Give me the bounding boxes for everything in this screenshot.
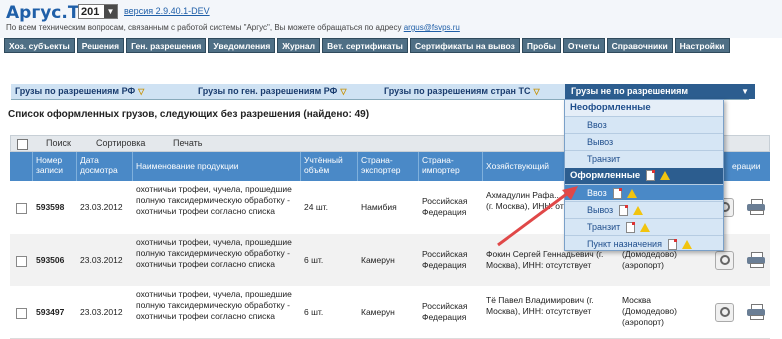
column-divider <box>418 152 419 181</box>
document-icon <box>626 222 636 234</box>
chevron-down-icon: ▼ <box>741 87 749 96</box>
row-number[interactable]: 593506 <box>36 255 64 266</box>
tab-no-permits[interactable]: Грузы не по разрешениям ▼ <box>565 84 755 99</box>
tab-rf-permits[interactable]: Грузы по разрешениям РФ ▽ <box>15 84 144 99</box>
column-divider <box>300 152 301 181</box>
nav-general-permits[interactable]: Ген. разрешения <box>126 38 207 53</box>
sort-button[interactable]: Сортировка <box>96 138 145 148</box>
menu-item-export-unprocessed[interactable]: Вывоз <box>565 133 723 149</box>
nav-samples[interactable]: Пробы <box>521 38 561 53</box>
menu-item-export-processed[interactable]: Вывоз <box>565 201 723 217</box>
row-date: 23.03.2012 <box>80 307 123 317</box>
nav-entities[interactable]: Хоз. субъекты <box>4 38 75 53</box>
column-divider <box>76 152 77 181</box>
row-number[interactable]: 593598 <box>36 202 64 213</box>
row-volume: 24 шт. <box>304 202 328 212</box>
col-product[interactable]: Наименование продукции <box>136 161 238 171</box>
main-nav: Хоз. субъекты Решения Ген. разрешения Ув… <box>4 38 782 53</box>
column-divider <box>357 152 358 181</box>
warning-icon <box>633 206 644 216</box>
row-date: 23.03.2012 <box>80 202 123 212</box>
document-icon <box>619 205 629 217</box>
warning-icon <box>660 170 671 180</box>
menu-item-import-unprocessed[interactable]: Ввоз <box>565 116 723 132</box>
column-divider <box>482 152 483 181</box>
view-icon[interactable] <box>715 303 734 322</box>
col-volume[interactable]: Учтённый объём <box>304 155 350 175</box>
search-button[interactable]: Поиск <box>46 138 71 148</box>
row-product: охотничьи трофеи, чучела, прошедшие полн… <box>136 237 292 269</box>
print-icon[interactable] <box>747 199 765 215</box>
col-operations[interactable]: ерации <box>732 161 761 171</box>
row-place: (Домодедово) (аэропорт) <box>622 249 677 270</box>
menu-group-processed[interactable]: Оформленные <box>565 168 723 184</box>
chevron-down-icon: ▽ <box>533 87 540 96</box>
document-icon <box>612 188 622 200</box>
row-importer: Российская Федерация <box>422 249 468 270</box>
row-product: охотничьи трофеи, чучела, прошедшие полн… <box>136 184 292 216</box>
chevron-down-icon: ▽ <box>340 87 347 96</box>
list-title: Список оформленных грузов, следующих без… <box>8 109 370 120</box>
no-permit-dropdown: Неоформленные Ввоз Вывоз Транзит Оформле… <box>564 99 724 251</box>
row-entity: Фокин Сергей Геннадьевич (г. Москва), ИН… <box>486 249 604 270</box>
row-exporter: Камерун <box>361 255 395 265</box>
row-place: Москва (Домодедово) (аэропорт) <box>622 295 677 327</box>
nav-vet-certificates[interactable]: Вет. сертификаты <box>322 38 408 53</box>
chevron-down-icon: ▽ <box>138 87 145 96</box>
warning-icon <box>681 240 692 250</box>
col-exporter[interactable]: Страна-экспортер <box>361 155 417 175</box>
row-importer: Российская Федерация <box>422 301 468 322</box>
row-volume: 6 шт. <box>304 307 324 317</box>
menu-item-transit-processed[interactable]: Транзит <box>565 218 723 234</box>
row-volume: 6 шт. <box>304 255 324 265</box>
col-number[interactable]: Номер записи <box>36 155 74 175</box>
row-exporter: Намибия <box>361 202 397 212</box>
row-product: охотничьи трофеи, чучела, прошедшие полн… <box>136 289 292 321</box>
nav-decisions[interactable]: Решения <box>76 38 125 53</box>
nav-reports[interactable]: Отчеты <box>562 38 605 53</box>
menu-item-import-processed[interactable]: Ввоз <box>565 184 723 200</box>
menu-item-destination-processed[interactable]: Пункт назначения <box>565 235 723 251</box>
print-icon[interactable] <box>747 304 765 320</box>
warning-icon <box>626 189 637 199</box>
select-all-checkbox[interactable] <box>17 139 28 150</box>
year-select[interactable]: 201 ▼ <box>78 4 118 19</box>
row-date: 23.03.2012 <box>80 255 123 265</box>
row-checkbox[interactable] <box>16 308 27 319</box>
menu-item-transit-unprocessed[interactable]: Транзит <box>565 150 723 166</box>
document-icon <box>646 169 656 181</box>
table-row[interactable]: 593497 23.03.2012 охотничьи трофеи, чуче… <box>10 286 770 339</box>
tab-ts-permits[interactable]: Грузы по разрешениям стран ТС ▽ <box>384 84 540 99</box>
nav-notifications[interactable]: Уведомления <box>208 38 276 53</box>
app-header: Аргус.ТУ 201▼ версия 2.9.40.1-DEV По все… <box>0 0 782 38</box>
print-button[interactable]: Печать <box>173 138 202 148</box>
support-line: По всем техническим вопросам, связанным … <box>6 23 460 32</box>
tab-general-permits[interactable]: Грузы по ген. разрешениям РФ ▽ <box>198 84 347 99</box>
row-entity: Тё Павел Владимирович (г. Москва), ИНН: … <box>486 295 594 316</box>
nav-settings[interactable]: Настройки <box>674 38 730 53</box>
cargo-tabs: Грузы по разрешениям РФ ▽ Грузы по ген. р… <box>11 84 755 100</box>
row-exporter: Камерун <box>361 307 395 317</box>
menu-group-unprocessed[interactable]: Неоформленные <box>565 100 723 116</box>
chevron-down-icon[interactable]: ▼ <box>104 5 117 18</box>
row-checkbox[interactable] <box>16 256 27 267</box>
view-icon[interactable] <box>715 251 734 270</box>
row-number[interactable]: 593497 <box>36 307 64 318</box>
print-icon[interactable] <box>747 252 765 268</box>
warning-icon <box>640 223 651 233</box>
col-entity[interactable]: Хозяйствующий <box>486 161 549 171</box>
document-icon <box>667 239 677 251</box>
support-email-link[interactable]: argus@fsvps.ru <box>404 23 460 32</box>
nav-export-certificates[interactable]: Сертификаты на вывоз <box>409 38 520 53</box>
version-link[interactable]: версия 2.9.40.1-DEV <box>124 6 210 16</box>
nav-references[interactable]: Справочники <box>606 38 673 53</box>
col-date[interactable]: Дата досмотра <box>80 155 124 175</box>
nav-journal[interactable]: Журнал <box>277 38 321 53</box>
row-checkbox[interactable] <box>16 203 27 214</box>
row-importer: Российская Федерация <box>422 196 468 217</box>
col-importer[interactable]: Страна-импортер <box>422 155 478 175</box>
column-divider <box>32 152 33 181</box>
column-divider <box>132 152 133 181</box>
